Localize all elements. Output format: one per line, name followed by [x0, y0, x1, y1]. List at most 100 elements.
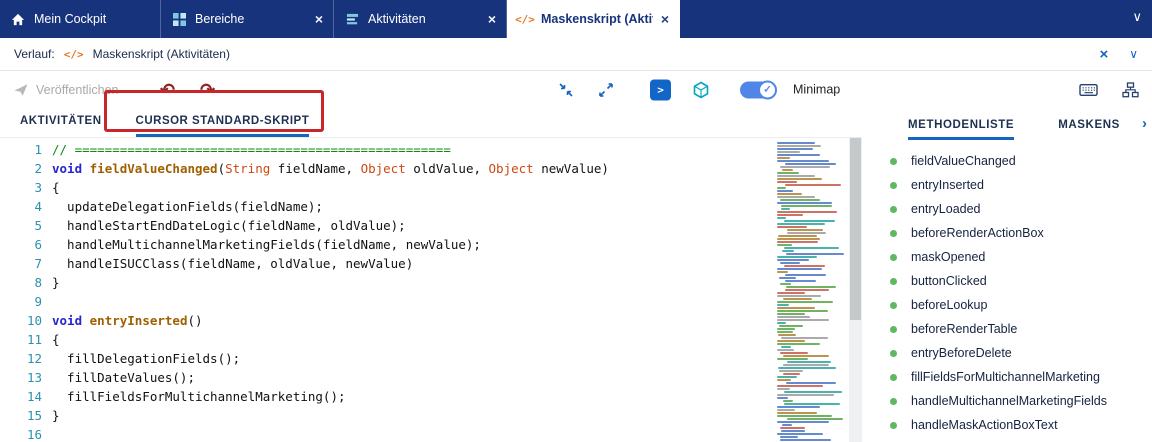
minimap-line [777, 349, 794, 351]
toggle-check-icon: ✓ [758, 80, 777, 99]
scrollbar-thumb[interactable] [850, 138, 861, 320]
tab-label: Aktivitäten [368, 12, 480, 26]
code-line [52, 425, 775, 442]
tab-label: Bereiche [195, 12, 307, 26]
publish-button[interactable]: Veröffentlichen [13, 82, 118, 98]
keyboard-icon [1079, 82, 1098, 97]
code-icon: </> [517, 13, 533, 26]
minimap-line [777, 181, 797, 183]
minimap-line [781, 205, 831, 207]
app-tab-aktivitäten[interactable]: Aktivitäten × [334, 0, 507, 38]
panel-tab-maskens[interactable]: MASKENS [1058, 119, 1120, 140]
editor-scrollbar[interactable] [849, 138, 862, 442]
minimap-line [777, 412, 817, 414]
code-line: handleStartEndDateLogic(fieldName, oldVa… [52, 216, 775, 235]
method-list-item[interactable]: entryLoaded [890, 197, 1152, 221]
method-status-dot-icon [890, 206, 897, 213]
chevron-right-icon[interactable]: › [1142, 115, 1147, 132]
tab-close-icon[interactable]: × [661, 12, 669, 26]
line-number: 13 [0, 368, 42, 387]
method-list-item[interactable]: fillFieldsForMultichannelMarketing [890, 365, 1152, 389]
method-list-item[interactable]: beforeLookup [890, 293, 1152, 317]
chevron-down-icon[interactable]: ∨ [1129, 47, 1138, 61]
method-label: fieldValueChanged [911, 154, 1016, 168]
method-list-item[interactable]: beforeRenderActionBox [890, 221, 1152, 245]
minimap-line [780, 262, 799, 264]
method-list-item[interactable]: maskOpened [890, 245, 1152, 269]
code-line: fillFieldsForMultichannelMarketing(); [52, 387, 775, 406]
editor-tab-cursor-standard-skript[interactable]: CURSOR STANDARD-SKRIPT [136, 115, 310, 137]
line-number: 1 [0, 140, 42, 159]
minimap-line [777, 202, 832, 204]
minimap-line [786, 253, 843, 255]
history-current-item[interactable]: Maskenskript (Aktivitäten) [93, 47, 230, 61]
minimap-line [777, 415, 832, 417]
minimap-line [785, 163, 837, 165]
method-label: entryLoaded [911, 202, 981, 216]
close-icon[interactable]: × [1099, 46, 1108, 63]
minimap-line [777, 157, 790, 159]
minimap-line [777, 343, 820, 345]
app-tab-bereiche[interactable]: Bereiche × [161, 0, 334, 38]
collapse-button[interactable] [558, 82, 574, 98]
tab-strip: Mein CockpitBereiche×Aktivitäten×</>Mask… [0, 0, 1152, 38]
minimap[interactable] [775, 138, 849, 442]
minimap-line [777, 268, 822, 270]
minimap-line [782, 169, 793, 171]
method-list-item[interactable]: handleMultichannelMarketingFields [890, 389, 1152, 413]
method-list-item[interactable]: buttonClicked [890, 269, 1152, 293]
tab-label: Mein Cockpit [34, 12, 150, 26]
minimap-line [777, 172, 799, 174]
activities-icon [344, 13, 360, 26]
code-area[interactable]: // =====================================… [52, 138, 775, 442]
minimap-line [777, 217, 786, 219]
module-button[interactable] [692, 81, 710, 99]
minimap-line [781, 208, 790, 210]
app-tab-maskenskript-aktivit-[interactable]: </>Maskenskript (Aktivit...× [507, 0, 680, 38]
tab-close-icon[interactable]: × [315, 12, 323, 26]
method-list-item[interactable]: handleMaskActionBoxText [890, 413, 1152, 437]
method-list-item[interactable]: beforeRenderTable [890, 317, 1152, 341]
method-status-dot-icon [890, 182, 897, 189]
minimap-line [784, 220, 835, 222]
code-line: void fieldValueChanged(String fieldName,… [52, 159, 775, 178]
minimap-line [777, 301, 833, 303]
minimap-line [777, 151, 800, 153]
method-label: beforeRenderTable [911, 322, 1017, 336]
minimap-line [777, 175, 815, 177]
minimap-line [777, 214, 803, 216]
code-line: } [52, 406, 775, 425]
minimap-line [784, 403, 840, 405]
minimap-line [777, 211, 837, 213]
history-label: Verlauf: [14, 47, 55, 61]
minimap-line [777, 187, 786, 189]
method-list-item[interactable]: fieldValueChanged [890, 149, 1152, 173]
minimap-line [785, 280, 816, 282]
method-list-item[interactable]: entryBeforeDelete [890, 341, 1152, 365]
minimap-line [787, 232, 826, 234]
minimap-line [780, 436, 798, 438]
code-line [52, 292, 775, 311]
method-list-item[interactable]: entryInserted [890, 173, 1152, 197]
panel-tab-methodenliste[interactable]: METHODENLISTE [908, 119, 1014, 140]
minimap-line [781, 430, 805, 432]
minimap-line [778, 367, 836, 369]
minimap-line [777, 376, 797, 378]
expand-button[interactable] [598, 82, 614, 98]
redo-button[interactable]: ↷ [200, 81, 215, 99]
minimap-line [785, 289, 830, 291]
minimap-line [782, 250, 794, 252]
keyboard-shortcuts-button[interactable] [1079, 82, 1098, 97]
tab-close-icon[interactable]: × [488, 12, 496, 26]
script-console-button[interactable]: > [650, 79, 671, 100]
app-tab-mein-cockpit[interactable]: Mein Cockpit [0, 0, 161, 38]
expand-arrows-icon [598, 82, 614, 98]
hierarchy-view-button[interactable] [1122, 82, 1139, 98]
send-plane-icon [13, 82, 29, 98]
editor-tab-aktivitäten[interactable]: AKTIVITÄTEN [20, 115, 102, 137]
undo-button[interactable]: ↶ [160, 81, 175, 99]
minimap-toggle[interactable]: ✓ [740, 81, 776, 98]
chevron-down-icon[interactable]: ∨ [1132, 9, 1142, 25]
minimap-line [777, 223, 825, 225]
minimap-line [777, 307, 815, 309]
